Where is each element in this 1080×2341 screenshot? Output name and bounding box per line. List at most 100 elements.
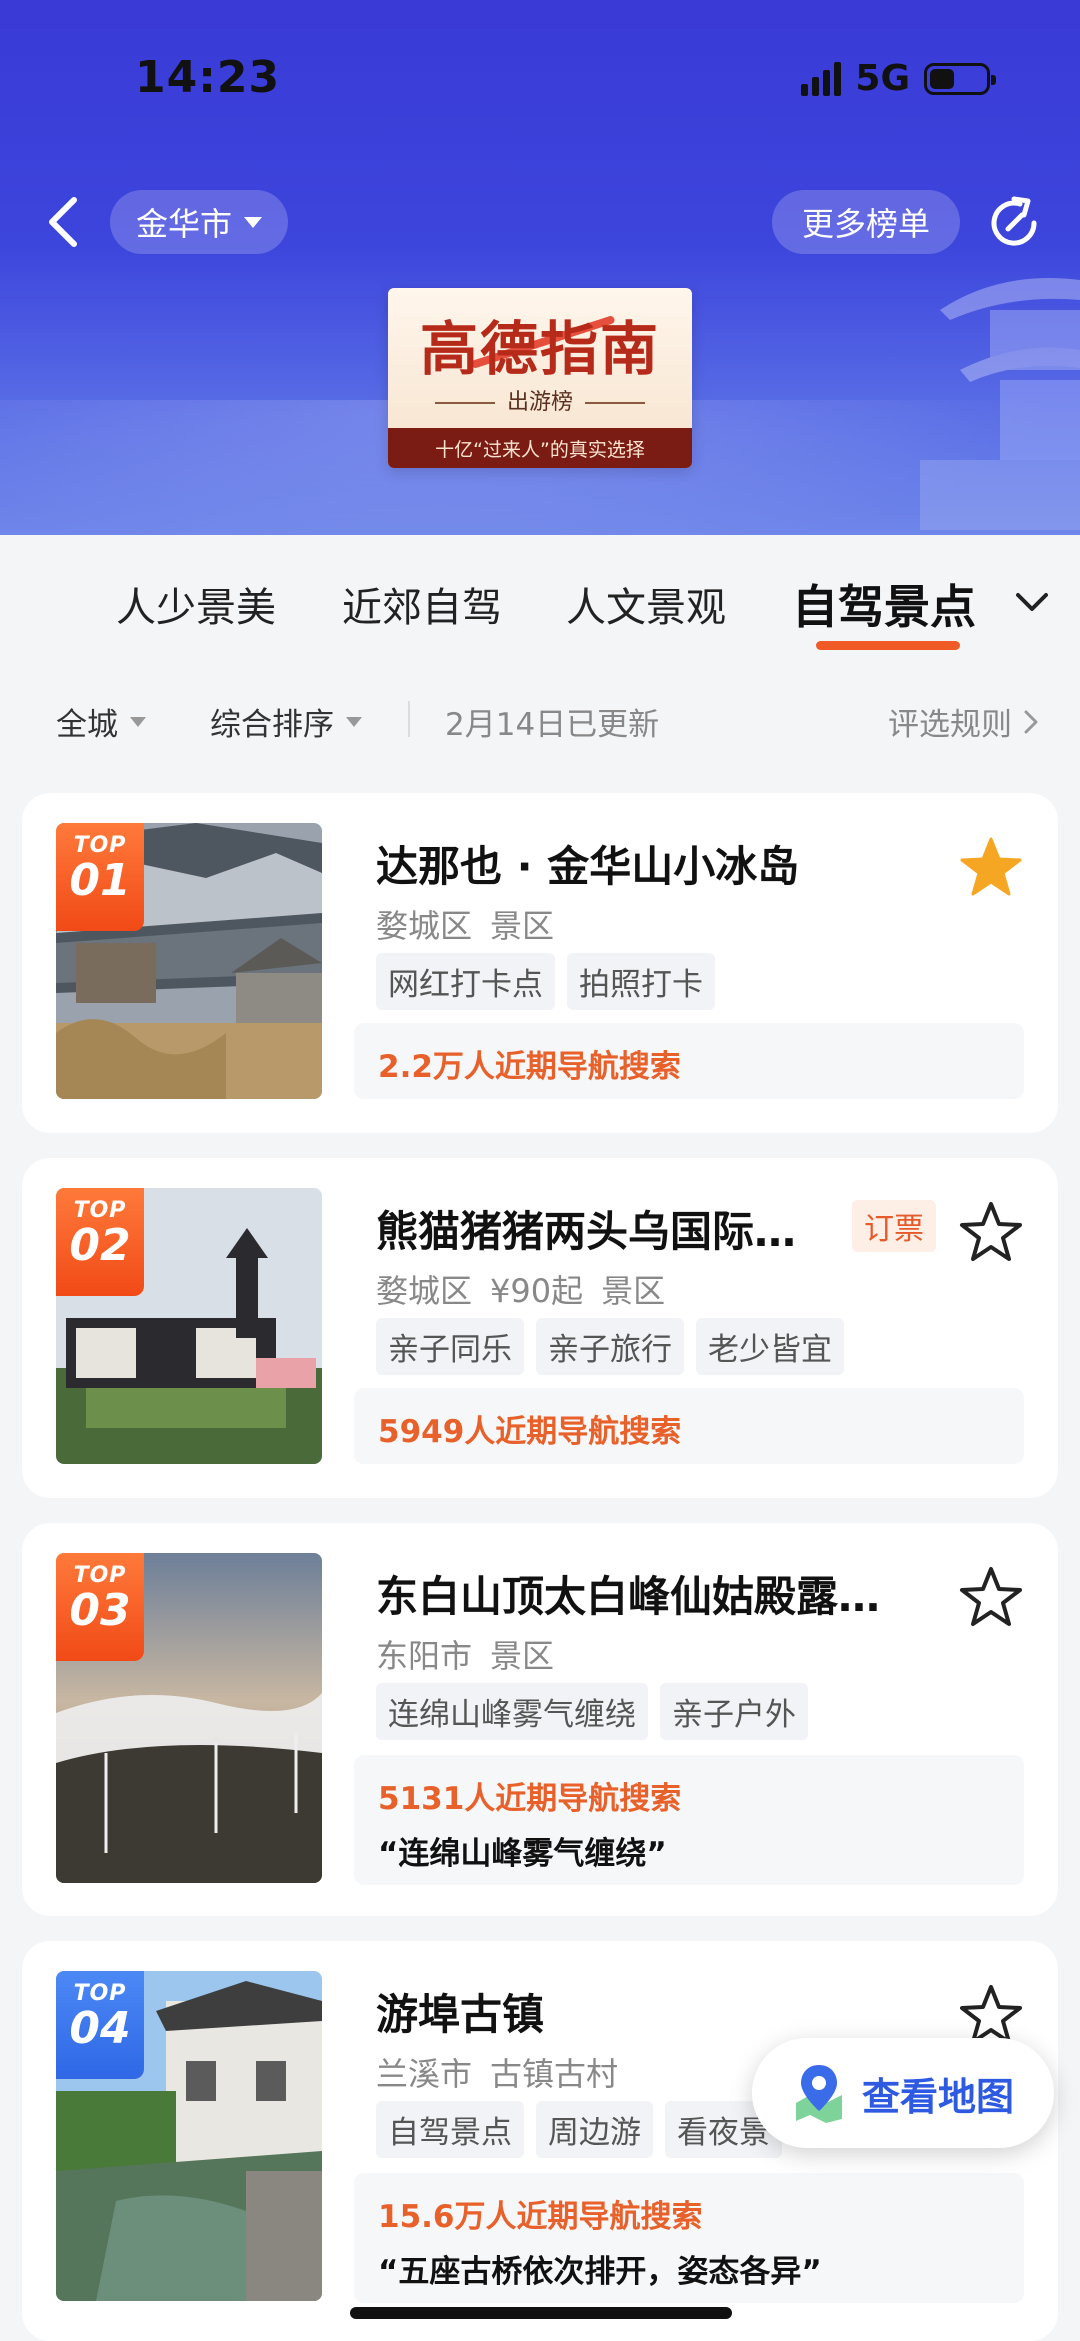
header-banner: 14:23 5G 金华市 更多榜单 高德指南 出游榜 十亿“过来人”的真实选择 (0, 0, 1080, 535)
logo-title: 高德指南 (419, 315, 660, 383)
star-filled-icon[interactable] (956, 833, 1026, 903)
spot-name: 达那也 · 金华山小冰岛 (376, 842, 800, 891)
stat-box: 5131人近期导航搜索 “连绵山峰雾气缠绕” (354, 1755, 1024, 1885)
rank-badge: TOP 02 (56, 1188, 144, 1296)
spot-meta: 婺城区 景区 (376, 901, 572, 947)
more-rankings-label: 更多榜单 (802, 205, 931, 243)
tag: 周边游 (536, 2101, 653, 2158)
district: 东阳市 (376, 1637, 473, 1675)
sort-filter[interactable]: 综合排序 (210, 699, 362, 744)
rank-number: 04 (69, 2003, 131, 2054)
tag-list: 亲子同乐 亲子旅行 老少皆宜 (376, 1318, 844, 1375)
highlight-quote: “五座古桥依次排开，姿态各异” (378, 2254, 822, 2290)
tab-3[interactable]: 人文景观 (566, 575, 726, 633)
search-count: 5131人近期导航搜索 (378, 1781, 682, 1817)
category: 景区 (601, 1272, 666, 1310)
tag-list: 连绵山峰雾气缠绕 亲子户外 (376, 1683, 808, 1740)
tag: 亲子旅行 (536, 1318, 684, 1375)
view-map-button[interactable]: 查看地图 (752, 2038, 1054, 2148)
search-count: 2.2万人近期导航搜索 (378, 1049, 681, 1085)
tag: 连绵山峰雾气缠绕 (376, 1683, 648, 1740)
selection-rules-link[interactable]: 评选规则 (888, 699, 1040, 744)
stat-box: 2.2万人近期导航搜索 (354, 1023, 1024, 1099)
tag: 亲子同乐 (376, 1318, 524, 1375)
district: 兰溪市 (376, 2055, 473, 2093)
status-indicators: 5G (801, 58, 996, 99)
ticket-badge: 订票 (852, 1200, 936, 1252)
list-item-3[interactable]: TOP 03 东白山顶太白峰仙姑殿露… 东阳市 景区 连绵山峰雾气缠绕 亲子户外 … (22, 1523, 1058, 1916)
spot-meta: 婺城区 ¥90起 景区 (376, 1266, 683, 1312)
rank-number: 02 (69, 1220, 131, 1271)
tag: 拍照打卡 (567, 953, 715, 1010)
star-outline-icon[interactable] (956, 1563, 1026, 1633)
tab-1[interactable]: 人少景美 (116, 575, 276, 633)
network-label: 5G (855, 58, 910, 99)
rank-top-label: TOP (73, 1981, 127, 2006)
map-pin-icon (796, 2065, 842, 2123)
status-time: 14:23 (135, 52, 281, 103)
category-tabs: 人少景美 近郊自驾 人文景观 自驾景点 (0, 535, 1080, 665)
stat-box: 15.6万人近期导航搜索 “五座古桥依次排开，姿态各异” (354, 2173, 1024, 2303)
rules-label: 评选规则 (888, 707, 1012, 743)
highlight-quote: “连绵山峰雾气缠绕” (378, 1836, 667, 1872)
tab-4-active[interactable]: 自驾景点 (792, 571, 976, 637)
logo-subtitle: 出游榜 (388, 384, 692, 416)
stat-box: 5949人近期导航搜索 (354, 1388, 1024, 1464)
tag-list: 网红打卡点 拍照打卡 (376, 953, 715, 1010)
spot-meta: 兰溪市 古镇古村 (376, 2049, 636, 2095)
tag: 自驾景点 (376, 2101, 524, 2158)
active-tab-indicator (816, 641, 960, 650)
list-item-1[interactable]: TOP 01 达那也 · 金华山小冰岛 婺城区 景区 网红打卡点 拍照打卡 2.2… (22, 793, 1058, 1133)
chevron-right-icon (1024, 710, 1038, 733)
rank-badge: TOP 03 (56, 1553, 144, 1661)
price: ¥90起 (490, 1272, 584, 1310)
more-rankings-button[interactable]: 更多榜单 (772, 190, 961, 254)
sort-label: 综合排序 (210, 707, 334, 743)
rank-number: 01 (69, 855, 131, 906)
star-outline-icon[interactable] (956, 1198, 1026, 1268)
tag: 亲子户外 (660, 1683, 808, 1740)
caret-down-icon (346, 716, 362, 727)
scope-label: 全城 (56, 707, 118, 743)
caret-down-icon (244, 216, 263, 228)
rank-top-label: TOP (73, 1198, 127, 1223)
signal-icon (801, 61, 842, 96)
scope-filter[interactable]: 全城 (56, 699, 146, 744)
spot-name: 游埠古镇 (376, 1990, 545, 2039)
view-map-label: 查看地图 (862, 2074, 1015, 2119)
caret-down-icon (130, 716, 146, 727)
rank-badge: TOP 01 (56, 823, 144, 931)
tag-list: 自驾景点 周边游 看夜景 (376, 2101, 782, 2158)
city-label: 金华市 (136, 205, 233, 243)
rank-number: 03 (69, 1585, 131, 1636)
pagoda-silhouette (920, 278, 1080, 530)
home-indicator[interactable] (350, 2307, 732, 2319)
district: 婺城区 (376, 907, 473, 945)
guide-logo: 高德指南 出游榜 十亿“过来人”的真实选择 (388, 288, 692, 468)
search-count: 15.6万人近期导航搜索 (378, 2199, 703, 2235)
share-icon[interactable] (984, 193, 1044, 253)
category: 景区 (490, 907, 555, 945)
spot-name: 东白山顶太白峰仙姑殿露… (376, 1572, 881, 1621)
spot-name: 熊猫猪猪两头乌国际… (376, 1207, 797, 1256)
district: 婺城区 (376, 1272, 473, 1310)
category: 古镇古村 (490, 2055, 619, 2093)
city-selector[interactable]: 金华市 (110, 190, 289, 254)
chevron-down-icon[interactable] (1012, 583, 1052, 623)
rank-top-label: TOP (73, 833, 127, 858)
spot-meta: 东阳市 景区 (376, 1631, 572, 1677)
rank-badge: TOP 04 (56, 1971, 144, 2079)
list-item-2[interactable]: TOP 02 熊猫猪猪两头乌国际… 订票 婺城区 ¥90起 景区 亲子同乐 亲子旅行… (22, 1158, 1058, 1498)
tag: 老少皆宜 (696, 1318, 844, 1375)
filter-bar: 全城 综合排序 2月14日已更新 评选规则 (0, 665, 1080, 770)
logo-tagline: 十亿“过来人”的真实选择 (388, 428, 692, 468)
category: 景区 (490, 1637, 555, 1675)
rank-top-label: TOP (73, 1563, 127, 1588)
filter-divider (408, 701, 410, 737)
updated-date: 2月14日已更新 (445, 707, 660, 743)
search-count: 5949人近期导航搜索 (378, 1414, 682, 1450)
tab-2[interactable]: 近郊自驾 (342, 575, 502, 633)
back-arrow-icon[interactable] (40, 192, 88, 252)
battery-icon (924, 62, 996, 95)
tag: 网红打卡点 (376, 953, 555, 1010)
